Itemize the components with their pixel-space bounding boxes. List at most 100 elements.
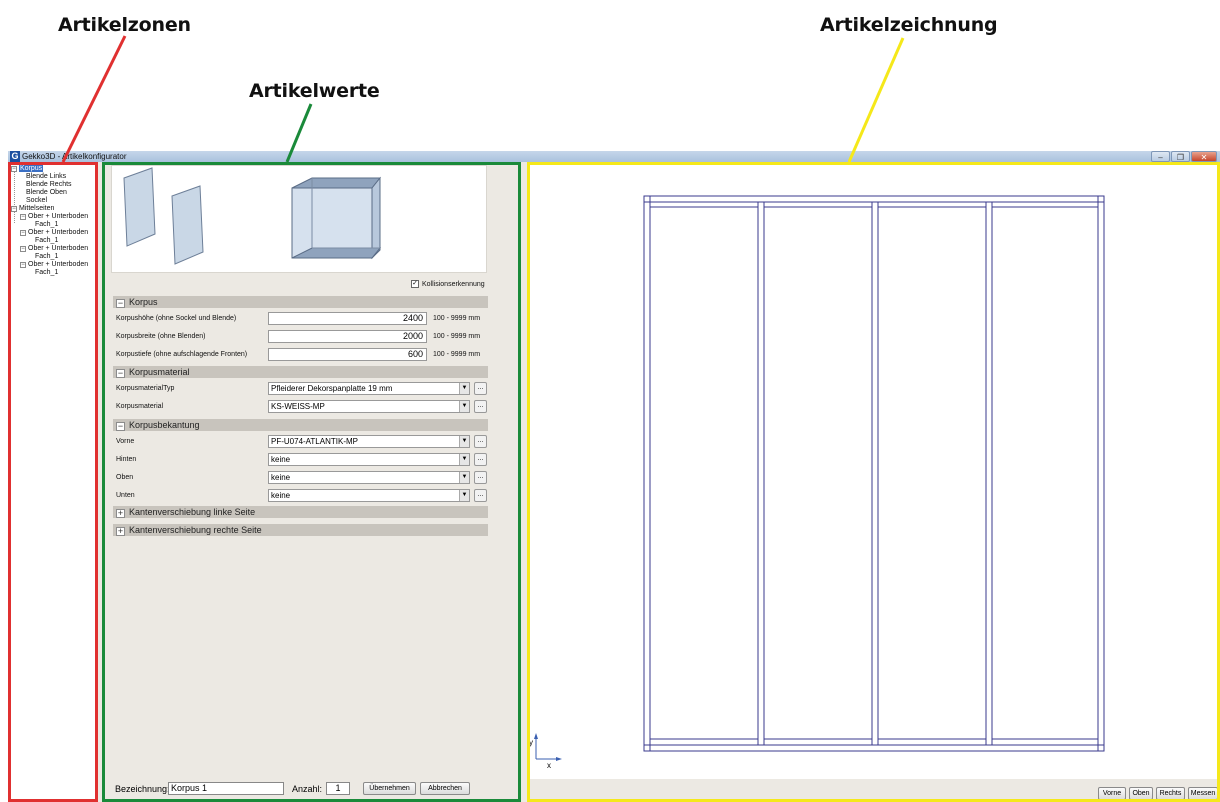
collision-label: Kollisionserkennung bbox=[422, 280, 485, 288]
y-axis-label: y bbox=[529, 738, 533, 747]
edge-top-browse-button[interactable]: ... bbox=[474, 471, 487, 484]
edge-top-select[interactable]: keine ▼ bbox=[268, 471, 470, 484]
material-browse-button[interactable]: ... bbox=[474, 400, 487, 413]
bottom-bar: Bezeichnung: Korpus 1 Anzahl: 1 Übernehm… bbox=[105, 780, 518, 800]
name-input[interactable]: Korpus 1 bbox=[168, 782, 284, 795]
cabinet-preview-graphic bbox=[123, 167, 382, 265]
cancel-button[interactable]: Abbrechen bbox=[420, 782, 470, 795]
annotation-zones: Artikelzonen bbox=[58, 14, 191, 36]
depth-input[interactable]: 600 bbox=[268, 348, 427, 361]
edge-back-browse-button[interactable]: ... bbox=[474, 453, 487, 466]
tree-item-blende-links[interactable]: Blende Links bbox=[26, 173, 66, 181]
collapse-icon[interactable]: − bbox=[11, 206, 17, 212]
window-title: Gekko3D - Artikelkonfigurator bbox=[22, 152, 127, 161]
height-range: 100 - 9999 mm bbox=[433, 315, 481, 322]
drawing-pointer bbox=[847, 37, 905, 163]
section-kantenverschiebung-rechts[interactable]: + Kantenverschiebung rechte Seite bbox=[113, 524, 488, 536]
tree-connector bbox=[14, 170, 15, 223]
preview-image bbox=[111, 165, 487, 273]
edge-back-select[interactable]: keine ▼ bbox=[268, 453, 470, 466]
tree-item-ober-unterboden[interactable]: − Ober + Unterboden bbox=[20, 261, 88, 269]
tree-item-ober-unterboden[interactable]: − Ober + Unterboden bbox=[20, 245, 88, 253]
view-top-button[interactable]: Oben bbox=[1129, 787, 1153, 800]
zones-pointer bbox=[61, 35, 127, 163]
section-korpusmaterial[interactable]: − Korpusmaterial bbox=[113, 366, 488, 378]
tree-item-ober-unterboden[interactable]: − Ober + Unterboden bbox=[20, 213, 88, 221]
collision-check[interactable]: ✓ Kollisionserkennung bbox=[411, 280, 485, 288]
maximize-button[interactable]: ❐ bbox=[1171, 151, 1190, 162]
material-type-browse-button[interactable]: ... bbox=[474, 382, 487, 395]
tree-item-ober-unterboden[interactable]: − Ober + Unterboden bbox=[20, 229, 88, 237]
view-right-button[interactable]: Rechts bbox=[1156, 787, 1185, 800]
divider-1 bbox=[757, 201, 765, 746]
tree-item-fach[interactable]: Fach_1 bbox=[35, 221, 58, 229]
collapse-icon[interactable]: − bbox=[116, 422, 125, 431]
edge-front-browse-button[interactable]: ... bbox=[474, 435, 487, 448]
collapse-icon[interactable]: − bbox=[20, 246, 26, 252]
collision-checkbox[interactable]: ✓ bbox=[411, 280, 419, 288]
tree-item-blende-rechts[interactable]: Blende Rechts bbox=[26, 181, 72, 189]
dropdown-arrow-icon[interactable]: ▼ bbox=[459, 383, 469, 394]
tree-item-fach[interactable]: Fach_1 bbox=[35, 237, 58, 245]
width-range: 100 - 9999 mm bbox=[433, 333, 481, 340]
minimize-button[interactable]: – bbox=[1151, 151, 1170, 162]
dropdown-arrow-icon[interactable]: ▼ bbox=[459, 436, 469, 447]
edge-front-select[interactable]: PF-U074-ATLANTIK-MP ▼ bbox=[268, 435, 470, 448]
cabinet-front-drawing bbox=[534, 195, 1105, 761]
collapse-icon[interactable]: − bbox=[20, 214, 26, 220]
depth-label: Korpustiefe (ohne aufschlagende Fronten) bbox=[116, 351, 248, 358]
material-select[interactable]: KS-WEISS-MP ▼ bbox=[268, 400, 470, 413]
edge-bottom-label: Unten bbox=[116, 492, 135, 499]
count-label: Anzahl: bbox=[292, 784, 323, 794]
edge-bottom-browse-button[interactable]: ... bbox=[474, 489, 487, 502]
material-type-select[interactable]: Pfleiderer Dekorspanplatte 19 mm ▼ bbox=[268, 382, 470, 395]
collapse-icon[interactable]: − bbox=[11, 166, 17, 172]
dropdown-arrow-icon[interactable]: ▼ bbox=[459, 454, 469, 465]
height-label: Korpushöhe (ohne Sockel und Blende) bbox=[116, 315, 237, 322]
measure-button[interactable]: Messen bbox=[1188, 787, 1218, 800]
height-input[interactable]: 2400 bbox=[268, 312, 427, 325]
title-bar: G Gekko3D - Artikelkonfigurator – ❐ ✕ bbox=[8, 151, 1220, 162]
count-stepper[interactable]: 1 bbox=[326, 782, 350, 795]
dropdown-arrow-icon[interactable]: ▼ bbox=[459, 401, 469, 412]
collapse-icon[interactable]: − bbox=[116, 299, 125, 308]
material-label: Korpusmaterial bbox=[116, 403, 164, 410]
width-label: Korpusbreite (ohne Blenden) bbox=[116, 333, 206, 340]
edge-bottom-select[interactable]: keine ▼ bbox=[268, 489, 470, 502]
section-kantenverschiebung-links[interactable]: + Kantenverschiebung linke Seite bbox=[113, 506, 488, 518]
divider-3 bbox=[985, 201, 993, 746]
expand-icon[interactable]: + bbox=[116, 527, 125, 536]
x-axis-label: x bbox=[547, 761, 551, 770]
tree-item-fach[interactable]: Fach_1 bbox=[35, 253, 58, 261]
expand-icon[interactable]: + bbox=[116, 509, 125, 518]
name-label: Bezeichnung: bbox=[115, 784, 170, 794]
divider-2 bbox=[871, 201, 879, 746]
tree-item-blende-oben[interactable]: Blende Oben bbox=[26, 189, 67, 197]
tree-item-fach[interactable]: Fach_1 bbox=[35, 269, 58, 277]
edge-front-label: Vorne bbox=[116, 438, 135, 445]
edge-back-label: Hinten bbox=[116, 456, 137, 463]
zone-tree: − Korpus Blende Links Blende Rechts Blend… bbox=[10, 163, 97, 800]
drawing-canvas[interactable]: y x bbox=[527, 163, 1218, 779]
tree-item-sockel[interactable]: Sockel bbox=[26, 197, 47, 205]
tree-item-korpus[interactable]: − Korpus bbox=[11, 165, 44, 173]
view-front-button[interactable]: Vorne bbox=[1098, 787, 1126, 800]
values-panel: ✓ Kollisionserkennung − Korpus Korpushöhe… bbox=[105, 163, 518, 800]
apply-button[interactable]: Übernehmen bbox=[363, 782, 416, 795]
annotation-drawing: Artikelzeichnung bbox=[820, 14, 998, 36]
collapse-icon[interactable]: − bbox=[20, 262, 26, 268]
tree-item-mittelseiten[interactable]: − Mittelseiten bbox=[11, 205, 54, 213]
collapse-icon[interactable]: − bbox=[116, 369, 125, 378]
depth-range: 100 - 9999 mm bbox=[433, 351, 481, 358]
edge-top-label: Oben bbox=[116, 474, 134, 481]
cabinet-outline bbox=[643, 195, 1105, 752]
close-button[interactable]: ✕ bbox=[1191, 151, 1217, 162]
section-korpus[interactable]: − Korpus bbox=[113, 296, 488, 308]
material-type-label: KorpusmaterialTyp bbox=[116, 385, 175, 392]
annotation-values: Artikelwerte bbox=[249, 80, 380, 102]
dropdown-arrow-icon[interactable]: ▼ bbox=[459, 490, 469, 501]
section-korpusbekantung[interactable]: − Korpusbekantung bbox=[113, 419, 488, 431]
collapse-icon[interactable]: − bbox=[20, 230, 26, 236]
dropdown-arrow-icon[interactable]: ▼ bbox=[459, 472, 469, 483]
width-input[interactable]: 2000 bbox=[268, 330, 427, 343]
